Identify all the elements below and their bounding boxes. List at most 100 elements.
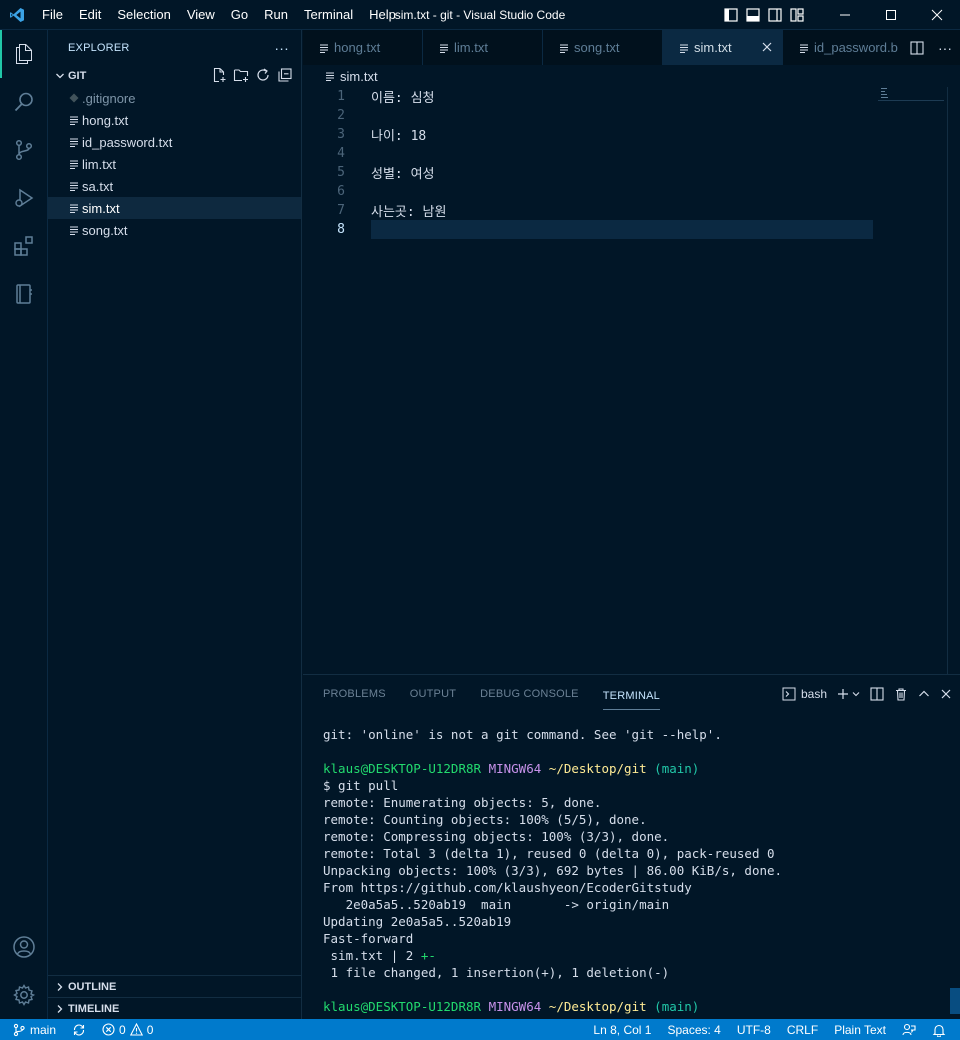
menu-view[interactable]: View	[179, 0, 223, 30]
timeline-section[interactable]: TIMELINE	[48, 997, 302, 1019]
terminal-line: Fast-forward	[323, 931, 414, 946]
new-folder-icon[interactable]	[233, 67, 249, 86]
file-label: id_password.txt	[82, 134, 173, 150]
terminal-line: remote: Enumerating objects: 5, done.	[323, 795, 602, 810]
text-file-icon	[679, 43, 689, 53]
maximize-panel-icon[interactable]	[918, 688, 930, 700]
file-item-lim[interactable]: lim.txt	[48, 153, 301, 175]
encoding[interactable]: UTF-8	[729, 1019, 779, 1040]
line-number: 8	[337, 222, 345, 237]
source-control-icon[interactable]	[0, 126, 48, 174]
end-of-line[interactable]: CRLF	[779, 1019, 826, 1040]
editor-scrollbar[interactable]	[947, 87, 948, 674]
menu-file[interactable]: File	[34, 0, 71, 30]
maximize-icon[interactable]	[868, 0, 914, 30]
close-window-icon[interactable]	[914, 0, 960, 30]
menu-terminal[interactable]: Terminal	[296, 0, 361, 30]
file-item-sim[interactable]: sim.txt	[48, 197, 301, 219]
file-label: sim.txt	[82, 200, 120, 216]
prompt-branch: (main)	[654, 761, 700, 776]
tab-problems[interactable]: PROBLEMS	[323, 675, 386, 712]
tab-label: hong.txt	[334, 40, 381, 55]
terminal-line: From https://github.com/klaushyeon/Ecode…	[323, 880, 692, 895]
file-item-hong[interactable]: hong.txt	[48, 109, 301, 131]
tab-terminal[interactable]: TERMINAL	[602, 684, 660, 710]
terminal-summary: 1 file changed, 1 insertion(+), 1 deleti…	[323, 965, 670, 980]
trash-icon[interactable]	[894, 687, 908, 701]
text-file-icon	[66, 181, 82, 191]
remote-explorer-icon[interactable]	[0, 270, 48, 318]
file-item-id-password[interactable]: id_password.txt	[48, 131, 301, 153]
explorer-icon[interactable]	[0, 30, 48, 78]
tab-lim[interactable]: lim.txt	[423, 30, 543, 65]
settings-gear-icon[interactable]	[0, 971, 48, 1019]
customize-layout-icon[interactable]	[786, 0, 808, 30]
menu-edit[interactable]: Edit	[71, 0, 109, 30]
terminal-scrollbar-thumb[interactable]	[950, 988, 960, 1014]
new-terminal-icon[interactable]	[837, 688, 860, 700]
cursor-position[interactable]: Ln 8, Col 1	[585, 1019, 659, 1040]
minimize-icon[interactable]	[822, 0, 868, 30]
tab-sim[interactable]: sim.txt	[663, 30, 783, 65]
explorer-more-actions[interactable]: ···	[274, 40, 289, 56]
refresh-icon[interactable]	[255, 67, 271, 86]
tab-song[interactable]: song.txt	[543, 30, 663, 65]
accounts-icon[interactable]	[0, 923, 48, 971]
terminal-output[interactable]: git: 'online' is not a git command. See …	[323, 726, 943, 1015]
extensions-icon[interactable]	[0, 222, 48, 270]
menu-selection[interactable]: Selection	[109, 0, 178, 30]
new-file-icon[interactable]	[211, 67, 227, 86]
menu-run[interactable]: Run	[256, 0, 296, 30]
line-text: 성별: 여성	[371, 167, 435, 182]
chevron-right-icon	[52, 982, 68, 992]
toggle-secondary-sidebar-icon[interactable]	[764, 0, 786, 30]
folder-git[interactable]: GIT	[48, 65, 301, 87]
menu-help[interactable]: Help	[361, 0, 404, 30]
explorer-sidebar: EXPLORER ··· GIT .gitignore hong.txt id_…	[48, 30, 302, 1019]
tab-hong[interactable]: hong.txt	[303, 30, 423, 65]
text-file-icon	[439, 43, 449, 53]
breadcrumb-file[interactable]: sim.txt	[340, 69, 378, 84]
collapse-all-icon[interactable]	[277, 67, 293, 86]
close-tab-icon[interactable]	[762, 40, 772, 55]
branch-name: main	[30, 1022, 57, 1037]
feedback-icon[interactable]	[894, 1019, 924, 1040]
indentation[interactable]: Spaces: 4	[659, 1019, 728, 1040]
tab-id-password[interactable]: id_password.b	[783, 30, 908, 65]
branch-status[interactable]: main	[0, 1019, 64, 1040]
notifications-bell-icon[interactable]	[924, 1019, 960, 1040]
more-actions-icon[interactable]: ···	[930, 40, 960, 56]
file-item-song[interactable]: song.txt	[48, 219, 301, 241]
language-mode[interactable]: Plain Text	[826, 1019, 894, 1040]
text-file-icon	[66, 203, 82, 213]
toggle-primary-sidebar-icon[interactable]	[720, 0, 742, 30]
file-list: .gitignore hong.txt id_password.txt lim.…	[48, 87, 301, 241]
code-editor[interactable]: 1 이름: 심청 2 3 나이: 18 4 5 성별: 여성 6 7 사는곳: 남원 8	[303, 87, 960, 674]
vscode-logo-icon	[0, 0, 34, 30]
split-editor-icon[interactable]	[904, 40, 930, 55]
tab-output[interactable]: OUTPUT	[410, 675, 456, 712]
file-item-sa[interactable]: sa.txt	[48, 175, 301, 197]
title-bar: File Edit Selection View Go Run Terminal…	[0, 0, 960, 30]
run-debug-icon[interactable]	[0, 174, 48, 222]
outline-section[interactable]: OUTLINE	[48, 975, 302, 997]
line-text: 사는곳: 남원	[371, 205, 447, 220]
close-panel-icon[interactable]	[940, 688, 952, 700]
toggle-panel-icon[interactable]	[742, 0, 764, 30]
file-item-gitignore[interactable]: .gitignore	[48, 87, 301, 109]
file-label: sa.txt	[82, 178, 114, 194]
menu-go[interactable]: Go	[223, 0, 256, 30]
file-label: lim.txt	[82, 156, 116, 172]
prompt-env: MINGW64	[488, 761, 542, 776]
minimap[interactable]	[878, 87, 948, 103]
terminal-icon	[782, 687, 796, 701]
search-icon[interactable]	[0, 78, 48, 126]
text-file-icon	[66, 159, 82, 169]
file-label: hong.txt	[82, 112, 129, 128]
tab-debug-console[interactable]: DEBUG CONSOLE	[480, 675, 579, 712]
problems-status[interactable]: 0 0	[94, 1019, 161, 1040]
sync-button[interactable]	[64, 1019, 94, 1040]
terminal-shell-selector[interactable]: bash	[782, 687, 827, 701]
split-terminal-icon[interactable]	[870, 686, 884, 701]
terminal-blank	[323, 743, 943, 760]
